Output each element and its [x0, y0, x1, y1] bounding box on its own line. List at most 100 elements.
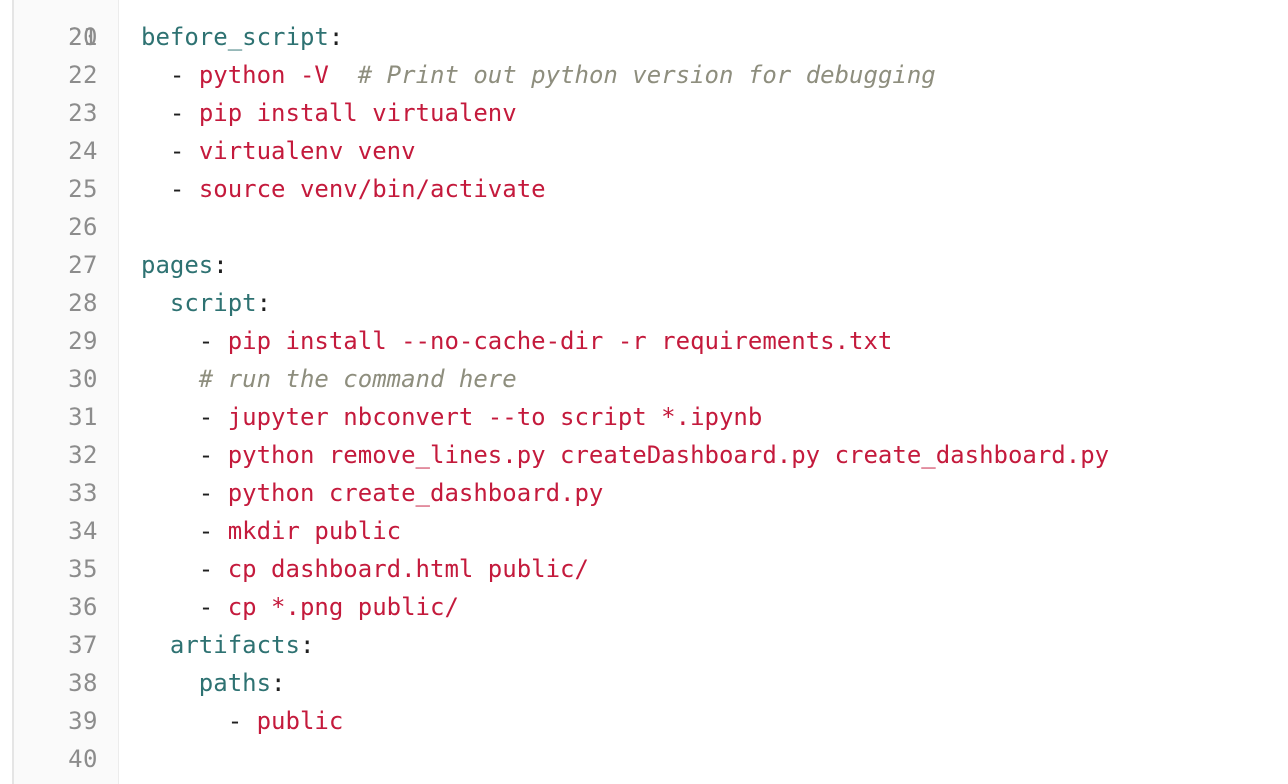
yaml-value: pip install virtualenv [198, 99, 517, 127]
code-line[interactable]: 34 - mkdir public [0, 512, 1288, 550]
line-number: 35 [68, 555, 98, 583]
yaml-colon: : [213, 251, 228, 279]
yaml-value: pip install --no-cache-dir -r requiremen… [227, 327, 893, 355]
code-text[interactable]: - virtualenv venv [141, 132, 1288, 170]
code-text[interactable]: paths: [141, 664, 1288, 702]
list-dash: - [169, 99, 185, 127]
line-number: 34 [68, 517, 98, 545]
code-line[interactable]: 28 script: [0, 284, 1288, 322]
code-text[interactable]: script: [141, 284, 1288, 322]
line-number: 38 [68, 669, 98, 697]
code-text[interactable]: # run the command here [141, 360, 1288, 398]
yaml-comment: # run the command here [198, 365, 517, 393]
code-line[interactable]: 26 [0, 208, 1288, 246]
code-line[interactable]: 39 - public [0, 702, 1288, 740]
line-number: 32 [68, 441, 98, 469]
yaml-value: public [256, 707, 344, 735]
yaml-key: pages [141, 251, 214, 279]
code-text[interactable]: - mkdir public [141, 512, 1288, 550]
line-number: 21 [68, 23, 98, 51]
line-number: 28 [68, 289, 98, 317]
line-number: 25 [68, 175, 98, 203]
list-dash: - [198, 555, 214, 583]
code-text[interactable]: - cp *.png public/ [141, 588, 1288, 626]
code-text[interactable]: artifacts: [141, 626, 1288, 664]
code-line[interactable]: 21 before_script: [0, 18, 1288, 56]
line-number: 24 [68, 137, 98, 165]
code-line[interactable]: 38 paths: [0, 664, 1288, 702]
yaml-comment: # Print out python version for debugging [357, 61, 936, 89]
list-dash: - [198, 479, 214, 507]
code-line[interactable]: 25 - source venv/bin/activate [0, 170, 1288, 208]
list-dash: - [198, 403, 214, 431]
list-dash: - [198, 441, 214, 469]
code-lines[interactable]: 20 21 before_script: 22 - python -V # Prin… [0, 0, 1288, 778]
list-dash: - [227, 707, 243, 735]
yaml-key: before_script [141, 23, 329, 51]
line-number: 39 [68, 707, 98, 735]
line-number: 33 [68, 479, 98, 507]
list-dash: - [198, 327, 214, 355]
yaml-key: script [169, 289, 257, 317]
code-text[interactable]: - source venv/bin/activate [141, 170, 1288, 208]
code-text[interactable]: - python remove_lines.py createDashboard… [141, 436, 1288, 474]
list-dash: - [198, 593, 214, 621]
line-number: 30 [68, 365, 98, 393]
yaml-value: python -V [198, 61, 329, 89]
list-dash: - [169, 137, 185, 165]
yaml-colon: : [256, 289, 272, 317]
code-line[interactable]: 22 - python -V # Print out python versio… [0, 56, 1288, 94]
code-line[interactable]: 32 - python remove_lines.py createDashbo… [0, 436, 1288, 474]
yaml-value: python remove_lines.py createDashboard.p… [227, 441, 1110, 469]
yaml-colon: : [299, 631, 315, 659]
code-line[interactable]: 37 artifacts: [0, 626, 1288, 664]
code-line-partial: 20 [0, 0, 1288, 51]
code-text[interactable]: - cp dashboard.html public/ [141, 550, 1288, 588]
code-line[interactable]: 23 - pip install virtualenv [0, 94, 1288, 132]
code-line[interactable]: 29 - pip install --no-cache-dir -r requi… [0, 322, 1288, 360]
code-editor[interactable]: 20 21 before_script: 22 - python -V # Prin… [0, 0, 1288, 784]
yaml-colon: : [328, 23, 344, 51]
line-number: 37 [68, 631, 98, 659]
code-text[interactable]: pages: [141, 246, 1288, 284]
code-line[interactable]: 40 [0, 740, 1288, 778]
code-text[interactable]: - python create_dashboard.py [141, 474, 1288, 512]
code-text[interactable]: - jupyter nbconvert --to script *.ipynb [141, 398, 1288, 436]
line-number: 36 [68, 593, 98, 621]
yaml-value: mkdir public [227, 517, 402, 545]
code-text[interactable]: - pip install virtualenv [141, 94, 1288, 132]
code-line[interactable]: 30 # run the command here [0, 360, 1288, 398]
yaml-value: virtualenv venv [198, 137, 416, 165]
line-number: 31 [68, 403, 98, 431]
code-text[interactable]: - pip install --no-cache-dir -r requirem… [141, 322, 1288, 360]
code-line[interactable]: 36 - cp *.png public/ [0, 588, 1288, 626]
line-number: 27 [68, 251, 98, 279]
code-text[interactable]: before_script: [141, 18, 1288, 56]
code-text[interactable]: - python -V # Print out python version f… [141, 56, 1288, 94]
yaml-value: source venv/bin/activate [198, 175, 546, 203]
code-line[interactable]: 27 pages: [0, 246, 1288, 284]
code-line[interactable]: 35 - cp dashboard.html public/ [0, 550, 1288, 588]
line-number: 26 [68, 213, 98, 241]
code-text[interactable]: - public [141, 702, 1288, 740]
line-number: 40 [68, 745, 98, 773]
inline-spacer [329, 61, 358, 89]
code-line[interactable]: 31 - jupyter nbconvert --to script *.ipy… [0, 398, 1288, 436]
yaml-colon: : [271, 669, 286, 697]
yaml-value: cp dashboard.html public/ [227, 555, 589, 583]
code-line[interactable]: 24 - virtualenv venv [0, 132, 1288, 170]
code-line[interactable]: 33 - python create_dashboard.py [0, 474, 1288, 512]
yaml-value: cp *.png public/ [227, 593, 459, 621]
